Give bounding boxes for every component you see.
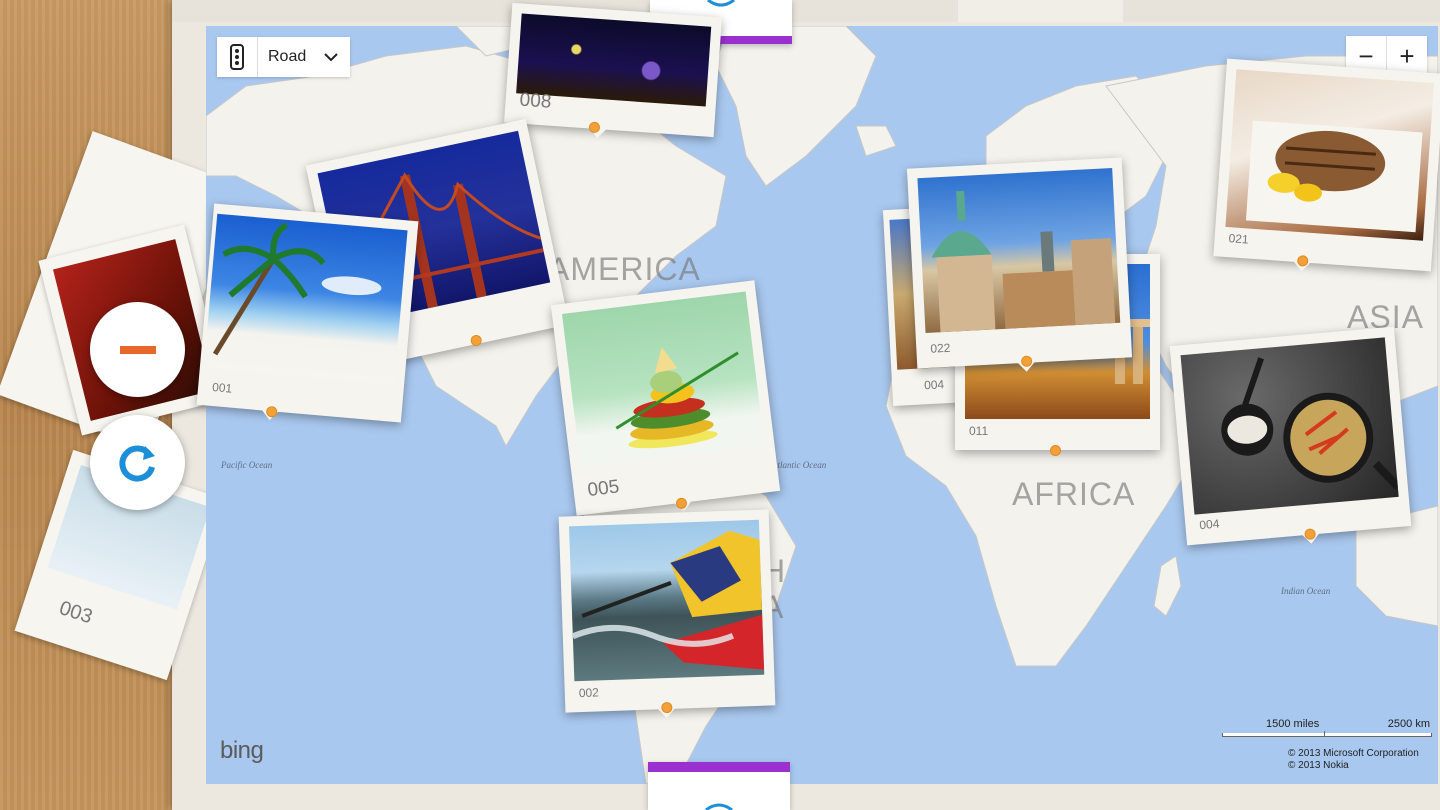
ocean-label-pacific: Pacific Ocean [221,460,273,470]
photo-prague-dome [917,168,1121,334]
ocean-label-atlantic: Atlantic Ocean [772,460,827,470]
map-style-toolbar: Road [217,37,351,77]
photo-tropical-beach [203,213,408,385]
region-label-america: AMERICA [548,251,701,287]
photo-card-008[interactable]: 008 [504,2,722,139]
map-style-select[interactable]: Road [258,37,350,77]
photo-card-005[interactable]: 005 [550,280,781,516]
photo-kayaker [568,519,765,682]
map-pin-icon [1050,445,1061,456]
photo-number: 004 [1198,516,1220,533]
region-label-africa: AFRICA [1012,476,1136,512]
photo-curry-pan [1180,337,1399,515]
paper-strip [172,0,1440,22]
copyright-microsoft: © 2013 Microsoft Corporation [1288,748,1419,759]
photo-gourmet-stack [561,291,765,468]
photo-card-021[interactable]: 021 [1213,58,1440,272]
ocean-label-indian: Indian Ocean [1281,586,1331,596]
minus-icon [119,345,156,354]
book-icon [705,803,733,810]
map-style-value: Road [268,48,307,65]
photo-number: 001 [211,380,233,396]
photo-number: 005 [586,476,621,502]
map-scale: 1500 miles 2500 km [1222,718,1432,738]
map-copyright: © 2013 Microsoft Corporation © 2013 Noki… [1288,748,1419,772]
stack-card-label: 003 [56,597,96,629]
copyright-nokia: © 2013 Nokia [1288,760,1349,771]
photo-number: 008 [518,89,553,113]
chevron-down-icon [324,52,338,61]
photo-card-002[interactable]: 002 [558,509,776,719]
scale-miles: 1500 miles [1266,718,1320,730]
scale-km: 2500 km [1387,718,1430,730]
photo-card-001[interactable]: 001 [196,203,419,423]
photo-number: 004 [923,377,945,393]
photo-card-022[interactable]: 022 [906,157,1133,373]
photo-grilled-fish [1225,69,1434,241]
photo-number: 022 [930,340,951,356]
bing-logo: bing [220,737,264,764]
photo-number: 021 [1228,231,1250,247]
photo-number: 002 [578,685,600,701]
refresh-button[interactable] [90,415,185,510]
photo-card-004-asia[interactable]: 004 [1169,326,1412,546]
refresh-icon [118,445,155,481]
traffic-light-icon [230,44,244,70]
traffic-button[interactable] [217,37,258,77]
photo-number: 011 [969,424,989,438]
book-icon [707,0,735,7]
bottom-folder-tab[interactable] [648,762,790,810]
collapse-button[interactable] [90,302,185,397]
